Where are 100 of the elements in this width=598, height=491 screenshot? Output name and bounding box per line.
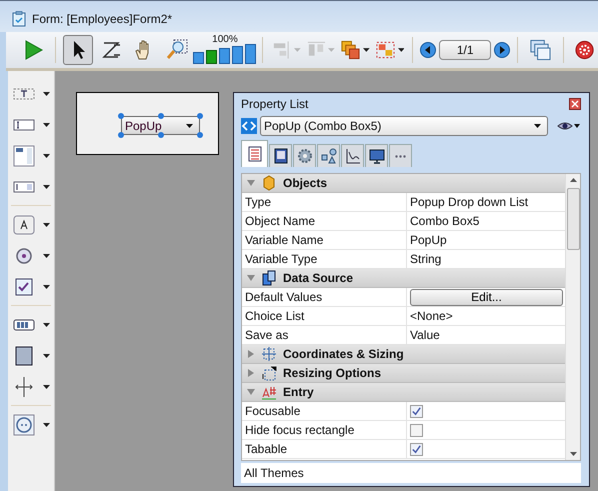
vertical-scrollbar[interactable] [565, 174, 580, 460]
zoom-icon [166, 39, 188, 61]
shapes-icon [320, 148, 336, 164]
property-name: Choice List [242, 307, 407, 325]
close-icon[interactable] [569, 98, 581, 110]
property-value: <None> [410, 309, 453, 323]
database-icon [261, 270, 277, 286]
collapsed-triangle-icon [247, 369, 255, 377]
caret-icon [186, 124, 193, 128]
push-button-icon [13, 214, 35, 236]
object-selector-dropdown[interactable]: PopUp (Combo Box5) [260, 116, 548, 136]
collapsed-triangle-icon [247, 350, 255, 358]
caret-icon [294, 48, 301, 52]
property-name: Object Name [242, 212, 407, 230]
coordinates-icon [261, 346, 277, 362]
zoom-scale[interactable]: 100% [194, 35, 255, 65]
gear-icon [296, 148, 312, 164]
caret-icon [43, 422, 50, 426]
property-name: Default Values [242, 288, 407, 306]
rectangle-icon [13, 344, 35, 366]
caret-icon [43, 354, 50, 358]
book-icon [272, 148, 288, 164]
popup-label: PopUp [125, 118, 162, 132]
settings-icon[interactable] [574, 40, 594, 60]
more-icon [395, 154, 406, 158]
edit-button[interactable]: Edit... [410, 288, 563, 306]
property-list-icon [246, 146, 262, 162]
caret-icon [43, 122, 50, 126]
checkbox[interactable] [410, 404, 423, 418]
next-page-button[interactable] [494, 42, 510, 58]
expanded-triangle-icon [247, 388, 255, 396]
splitter-icon [13, 376, 35, 398]
section-header[interactable]: Resizing Options [242, 364, 565, 383]
section-header[interactable]: Objects [242, 174, 565, 193]
scrollbar-thumb[interactable] [566, 188, 580, 250]
entry-icon [261, 384, 277, 400]
shapes-tab[interactable] [317, 144, 340, 167]
themes-footer: All Themes [241, 463, 581, 483]
section-title: Objects [283, 176, 328, 190]
section-title: Coordinates & Sizing [283, 347, 404, 361]
zoom-bar[interactable] [245, 44, 256, 64]
property-name: Focusable [242, 402, 407, 420]
zoom-bar[interactable] [232, 46, 244, 64]
group-icon [374, 39, 396, 61]
caret-icon [43, 322, 50, 326]
property-value: Combo Box5 [410, 214, 480, 228]
monitor-icon [368, 148, 384, 164]
zoom-bar[interactable] [219, 48, 230, 64]
section-header[interactable]: Coordinates & Sizing [242, 345, 565, 364]
caret-icon [398, 48, 404, 52]
checkbox-icon [13, 276, 35, 298]
scroll-up-icon [570, 178, 576, 182]
book-tab[interactable] [269, 144, 292, 167]
caret-icon [363, 48, 370, 52]
cube-icon [261, 175, 277, 191]
section-title: Resizing Options [283, 366, 382, 380]
checkbox[interactable] [410, 424, 423, 436]
section-title: Entry [283, 385, 314, 399]
property-value: Popup Drop down List [410, 195, 528, 209]
property-name: Save as [242, 326, 407, 344]
caret-icon [534, 124, 541, 128]
property-name: Hide focus rectangle [242, 421, 407, 439]
section-title: Data Source [283, 271, 354, 285]
caret-icon [43, 384, 50, 388]
pointer-tool-button[interactable] [62, 35, 93, 65]
caret-icon [43, 222, 50, 226]
caret-icon [328, 48, 336, 52]
checkbox[interactable] [410, 442, 423, 456]
chart-icon [344, 148, 360, 164]
expanded-triangle-icon [247, 274, 255, 282]
property-list-title: Property List [241, 97, 308, 111]
windows-icon[interactable] [529, 38, 552, 62]
caret-icon [43, 154, 50, 158]
section-header[interactable]: Data Source [242, 269, 565, 288]
plugin-icon [13, 414, 35, 436]
list-tab[interactable] [241, 140, 268, 167]
monitor-tab[interactable] [365, 144, 388, 167]
zoom-bar[interactable] [193, 52, 204, 64]
property-name: Type [242, 193, 407, 211]
zoom-bar[interactable] [206, 50, 218, 64]
section-header[interactable]: Entry [242, 383, 565, 402]
list-box-icon [13, 144, 35, 166]
property-name: Tabable [242, 440, 407, 458]
previous-page-button[interactable] [420, 42, 436, 58]
property-name: Variable Name [242, 231, 407, 249]
caret-icon [43, 92, 50, 96]
resizing-icon [261, 365, 277, 381]
property-value: PopUp [410, 233, 447, 247]
popup-menu-object[interactable]: PopUp [121, 116, 200, 135]
gear-tab[interactable] [293, 144, 316, 167]
property-value: Value [410, 328, 440, 342]
caret-icon [43, 184, 50, 188]
form-icon [12, 10, 26, 26]
chart-tab[interactable] [341, 144, 364, 167]
zoom-level-label: 100% [212, 35, 238, 45]
eye-icon[interactable] [557, 120, 581, 132]
property-value: String [410, 252, 442, 266]
code-icon[interactable] [241, 118, 257, 134]
caret-icon [43, 284, 50, 288]
stacked-squares-icon [340, 39, 362, 61]
